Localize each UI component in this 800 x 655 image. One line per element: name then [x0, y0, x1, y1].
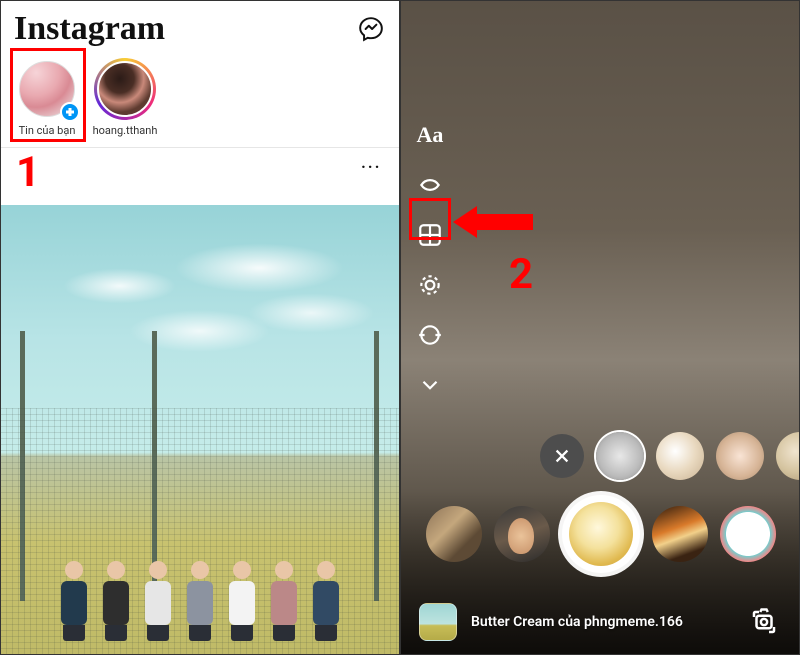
post-header: ... [0, 148, 399, 176]
selected-filter-name: Butter Cream của phngmeme.166 [471, 614, 732, 630]
text-tool-icon[interactable]: Aa [415, 120, 445, 150]
camera-bottom-bar: Butter Cream của phngmeme.166 [401, 603, 800, 641]
plus-icon [60, 102, 80, 122]
shutter-button[interactable] [562, 495, 640, 573]
filter-option[interactable] [494, 506, 550, 562]
instagram-feed-screen: Instagram Tin của bạn [0, 0, 401, 655]
story-item[interactable]: hoang.tthanh [90, 58, 160, 137]
filter-option[interactable] [596, 432, 644, 480]
your-story[interactable]: Tin của bạn [12, 58, 82, 137]
chevron-down-icon[interactable] [415, 370, 445, 400]
feed-post-image[interactable] [0, 205, 399, 655]
filter-option[interactable] [426, 506, 482, 562]
your-story-label: Tin của bạn [19, 124, 76, 137]
stories-row[interactable]: Tin của bạn hoang.tthanh [0, 54, 399, 148]
selected-filter-preview [569, 502, 633, 566]
boomerang-icon[interactable] [415, 170, 445, 200]
filter-option[interactable] [776, 432, 800, 480]
filter-option[interactable] [720, 506, 776, 562]
instagram-logo: Instagram [14, 10, 165, 48]
filter-option[interactable] [652, 506, 708, 562]
filter-row-main[interactable] [401, 495, 800, 573]
multi-capture-icon[interactable] [415, 270, 445, 300]
filter-row-secondary[interactable] [401, 432, 800, 480]
switch-camera-icon[interactable] [746, 604, 782, 640]
filter-option[interactable] [656, 432, 704, 480]
close-filters-button[interactable] [540, 434, 584, 478]
layout-icon[interactable] [415, 220, 445, 250]
instagram-header: Instagram [0, 0, 399, 54]
story-creation-toolbar: Aa [415, 120, 445, 400]
story-label: hoang.tthanh [93, 124, 158, 137]
filter-option[interactable] [716, 432, 764, 480]
messenger-icon[interactable] [357, 15, 385, 43]
story-camera-screen: Aa 2 [401, 0, 800, 655]
level-icon[interactable] [415, 320, 445, 350]
gallery-thumbnail[interactable] [419, 603, 457, 641]
